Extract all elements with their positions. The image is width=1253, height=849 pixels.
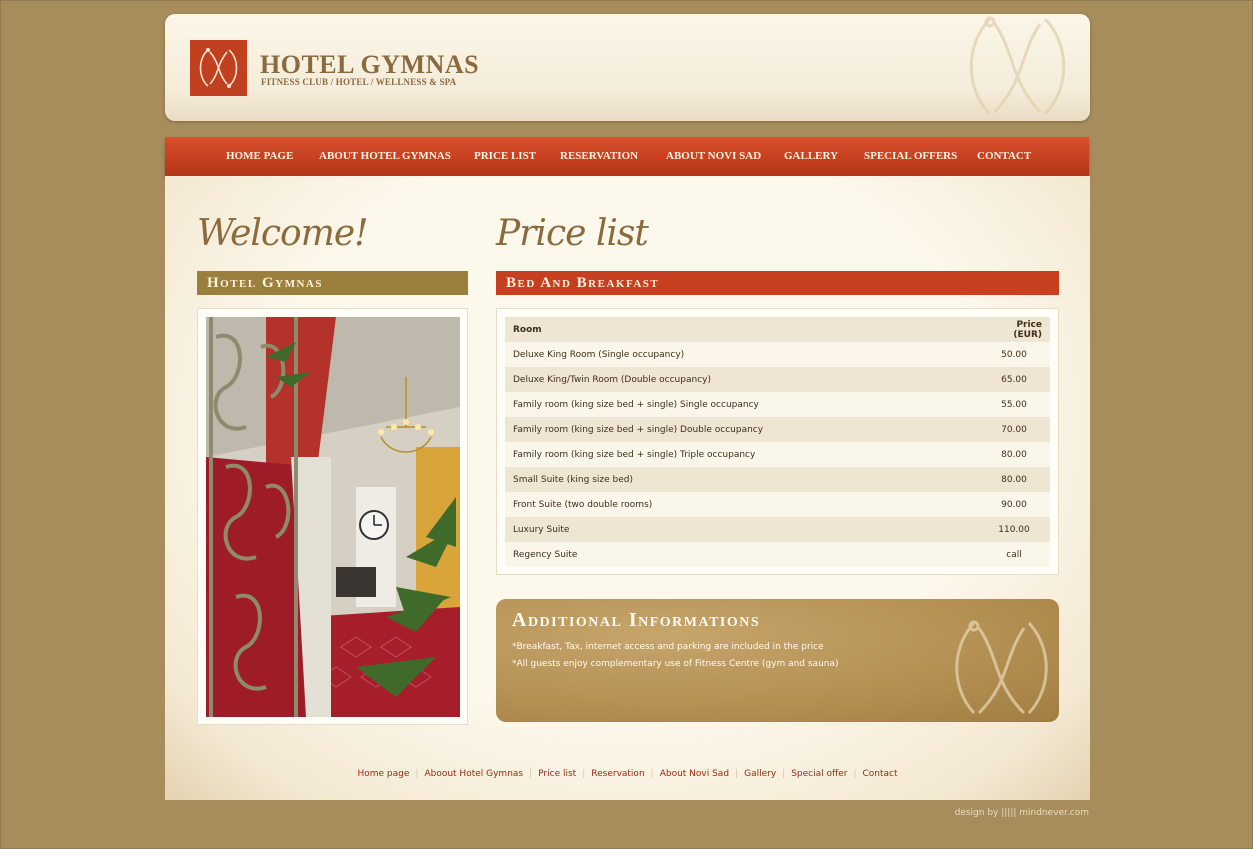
main-nav: HOME PAGE ABOUT HOTEL GYMNAS PRICE LIST …	[165, 137, 1089, 176]
table-row: Family room (king size bed + single) Sin…	[505, 392, 1050, 417]
nav-about-novi-sad[interactable]: ABOUT NOVI SAD	[666, 137, 761, 176]
table-row: Deluxe King Room (Single occupancy) 50.0…	[505, 342, 1050, 367]
separator: |	[529, 769, 533, 779]
footer-link-price-list[interactable]: Price list	[538, 769, 576, 779]
column-header-room: Room	[505, 317, 978, 342]
ornament-icon	[950, 14, 1080, 121]
footer-links: Home page | Aboout Hotel Gymnas | Price list…	[165, 769, 1090, 779]
bed-breakfast-header: Bed And Breakfast	[496, 271, 1059, 295]
separator: |	[650, 769, 654, 779]
footer-link-special-offer[interactable]: Special offer	[791, 769, 847, 779]
room-cell: Family room (king size bed + single) Sin…	[505, 392, 978, 417]
info-line: *All guests enjoy complementary use of F…	[512, 659, 839, 669]
brand-tagline: FITNESS CLUB / HOTEL / WELLNESS & SPA	[261, 77, 457, 87]
price-table: Room Price (EUR) Deluxe King Room (Singl…	[505, 317, 1050, 567]
price-cell: 70.00	[978, 417, 1050, 442]
table-header-row: Room Price (EUR)	[505, 317, 1050, 342]
ornament-icon	[939, 608, 1059, 722]
footer-link-about-hotel[interactable]: Aboout Hotel Gymnas	[424, 769, 523, 779]
nav-contact[interactable]: CONTACT	[977, 137, 1031, 176]
price-list-title: Price list	[496, 213, 649, 254]
price-cell: 65.00	[978, 367, 1050, 392]
table-row: Luxury Suite 110.00	[505, 517, 1050, 542]
price-cell: 80.00	[978, 467, 1050, 492]
separator: |	[582, 769, 586, 779]
footer-link-home[interactable]: Home page	[357, 769, 409, 779]
hotel-logo-icon[interactable]	[190, 40, 247, 96]
price-table-frame: Room Price (EUR) Deluxe King Room (Singl…	[496, 308, 1059, 575]
photo-frame	[197, 308, 468, 725]
separator: |	[782, 769, 786, 779]
hotel-section-header: Hotel Gymnas	[197, 271, 468, 295]
info-title: Additional Informations	[512, 609, 761, 631]
separator: |	[415, 769, 419, 779]
room-cell: Deluxe King Room (Single occupancy)	[505, 342, 978, 367]
column-header-price: Price (EUR)	[978, 317, 1050, 342]
designer-credit[interactable]: design by ||||| mindnever.com	[955, 808, 1089, 818]
room-cell: Deluxe King/Twin Room (Double occupancy)	[505, 367, 978, 392]
footer-link-contact[interactable]: Contact	[862, 769, 897, 779]
footer-link-about-novi-sad[interactable]: About Novi Sad	[660, 769, 729, 779]
price-cell: 50.00	[978, 342, 1050, 367]
nav-price-list[interactable]: PRICE LIST	[474, 137, 536, 176]
room-cell: Regency Suite	[505, 542, 978, 567]
table-row: Front Suite (two double rooms) 90.00	[505, 492, 1050, 517]
nav-about-hotel[interactable]: ABOUT HOTEL GYMNAS	[319, 137, 451, 176]
separator: |	[735, 769, 739, 779]
brand-name: HOTEL GYMNAS	[260, 50, 480, 79]
price-cell: 80.00	[978, 442, 1050, 467]
table-row: Family room (king size bed + single) Tri…	[505, 442, 1050, 467]
welcome-title: Welcome!	[197, 213, 369, 254]
price-cell: 90.00	[978, 492, 1050, 517]
table-row: Family room (king size bed + single) Dou…	[505, 417, 1050, 442]
price-cell: 110.00	[978, 517, 1050, 542]
room-cell: Front Suite (two double rooms)	[505, 492, 978, 517]
footer-link-reservation[interactable]: Reservation	[591, 769, 644, 779]
lobby-photo	[206, 317, 460, 717]
content-panel: Welcome! Hotel Gymnas Price list Bed And…	[165, 176, 1090, 800]
table-row: Deluxe King/Twin Room (Double occupancy)…	[505, 367, 1050, 392]
footer-link-gallery[interactable]: Gallery	[744, 769, 776, 779]
room-cell: Family room (king size bed + single) Dou…	[505, 417, 978, 442]
nav-home[interactable]: HOME PAGE	[226, 137, 293, 176]
info-line: *Breakfast, Tax, internet access and par…	[512, 642, 824, 652]
nav-special-offers[interactable]: SPECIAL OFFERS	[864, 137, 957, 176]
separator: |	[853, 769, 857, 779]
header: HOTEL GYMNAS FITNESS CLUB / HOTEL / WELL…	[165, 14, 1090, 121]
table-row: Regency Suite call	[505, 542, 1050, 567]
additional-info-box: Additional Informations *Breakfast, Tax,…	[496, 599, 1059, 722]
nav-gallery[interactable]: GALLERY	[784, 137, 838, 176]
room-cell: Small Suite (king size bed)	[505, 467, 978, 492]
room-cell: Luxury Suite	[505, 517, 978, 542]
table-row: Small Suite (king size bed) 80.00	[505, 467, 1050, 492]
room-cell: Family room (king size bed + single) Tri…	[505, 442, 978, 467]
price-cell: call	[978, 542, 1050, 567]
price-cell: 55.00	[978, 392, 1050, 417]
nav-reservation[interactable]: RESERVATION	[560, 137, 638, 176]
